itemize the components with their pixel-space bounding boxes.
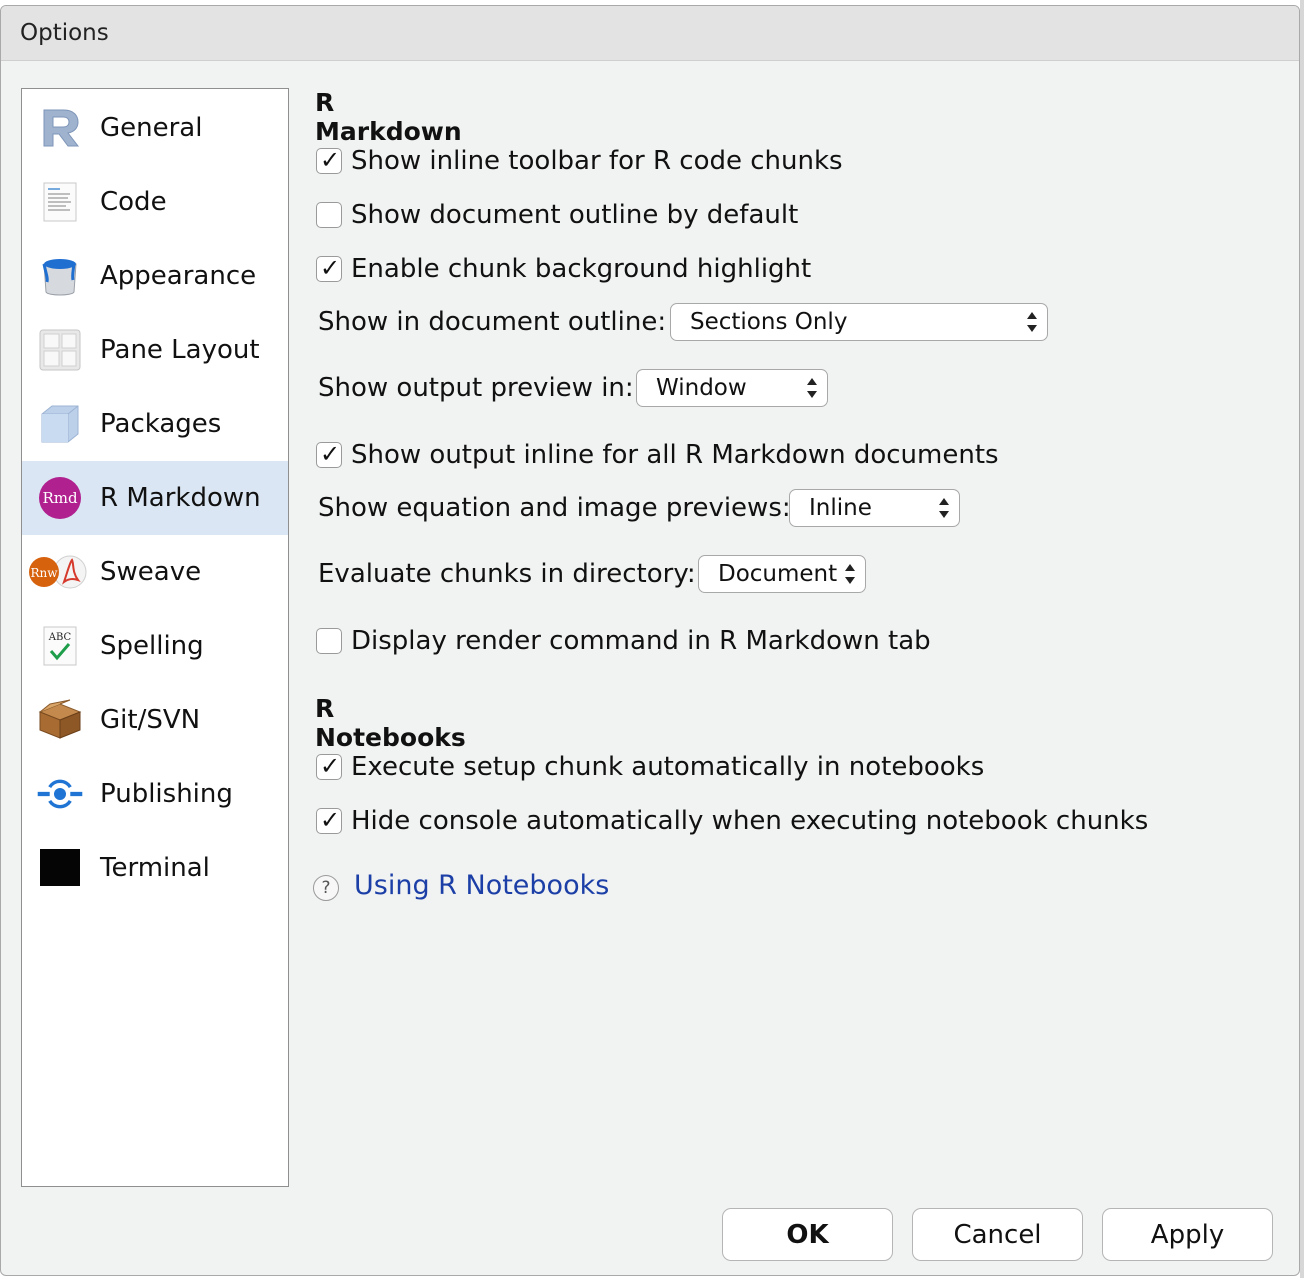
sidebar-item-label: Terminal (100, 853, 210, 883)
package-box-icon (36, 400, 84, 448)
sidebar-item-label: Code (100, 187, 167, 217)
terminal-icon (36, 844, 84, 892)
sidebar-item-label: Packages (100, 409, 222, 439)
doc-outline-label: Show in document outline: (318, 307, 667, 337)
checkbox-row-inline-toolbar[interactable]: ✓ Show inline toolbar for R code chunks (316, 145, 843, 177)
sidebar-item-spelling[interactable]: ABC Spelling (22, 609, 288, 683)
apply-button[interactable]: Apply (1102, 1208, 1273, 1261)
output-preview-select[interactable]: Window (636, 369, 828, 407)
section-heading-r-markdown: R Markdown (315, 88, 462, 146)
select-value: Inline (809, 495, 872, 521)
sidebar-item-pane-layout[interactable]: Pane Layout (22, 313, 288, 387)
ok-button[interactable]: OK (722, 1208, 893, 1261)
select-arrows-icon (1027, 312, 1037, 332)
checkbox-row-setup-chunk[interactable]: ✓ Execute setup chunk automatically in n… (316, 751, 984, 783)
sidebar-item-general[interactable]: General (22, 91, 288, 165)
sidebar-item-label: Appearance (100, 261, 257, 291)
checkbox-label: Show output inline for all R Markdown do… (351, 440, 999, 470)
help-icon[interactable]: ? (313, 875, 339, 901)
svg-text:Rmd: Rmd (42, 489, 78, 507)
sidebar-item-publishing[interactable]: Publishing (22, 757, 288, 831)
sidebar-item-r-markdown[interactable]: Rmd R Markdown (22, 461, 288, 535)
pane-grid-icon (36, 326, 84, 374)
svg-text:ABC: ABC (48, 632, 72, 643)
checkbox-label: Hide console automatically when executin… (351, 806, 1149, 836)
select-arrows-icon (939, 498, 949, 518)
sidebar-item-packages[interactable]: Packages (22, 387, 288, 461)
title-bar: Options (1, 6, 1299, 61)
sidebar-item-appearance[interactable]: Appearance (22, 239, 288, 313)
code-document-icon (36, 178, 84, 226)
sidebar-item-code[interactable]: Code (22, 165, 288, 239)
setup-chunk-checkbox[interactable]: ✓ (316, 752, 342, 780)
sidebar-item-terminal[interactable]: Terminal (22, 831, 288, 905)
equation-previews-label: Show equation and image previews: (318, 493, 791, 523)
inline-toolbar-checkbox[interactable]: ✓ (316, 146, 342, 174)
select-value: Sections Only (690, 309, 848, 335)
output-preview-label: Show output preview in: (318, 373, 634, 403)
spelling-check-icon: ABC (36, 622, 84, 670)
cancel-button[interactable]: Cancel (912, 1208, 1083, 1261)
checkmark-icon: ✓ (320, 806, 341, 834)
publishing-icon (36, 770, 84, 818)
checkmark-icon: ✓ (320, 146, 341, 174)
rmd-icon: Rmd (36, 474, 84, 522)
git-box-icon (36, 696, 84, 744)
sweave-icon: Rnw (28, 548, 90, 596)
render-command-checkbox[interactable] (316, 628, 342, 654)
section-heading-r-notebooks: R Notebooks (315, 694, 466, 752)
sidebar-item-git-svn[interactable]: Git/SVN (22, 683, 288, 757)
sidebar-item-sweave[interactable]: Rnw Sweave (22, 535, 288, 609)
doc-outline-select[interactable]: Sections Only (670, 303, 1048, 341)
checkbox-row-output-inline[interactable]: ✓ Show output inline for all R Markdown … (316, 439, 999, 471)
sidebar-item-label: General (100, 113, 203, 143)
output-inline-checkbox[interactable]: ✓ (316, 440, 342, 468)
checkbox-label: Display render command in R Markdown tab (351, 626, 931, 656)
sidebar-item-label: Pane Layout (100, 335, 260, 365)
select-value: Document (718, 561, 838, 587)
checkbox-row-doc-outline-default[interactable]: Show document outline by default (316, 199, 798, 231)
checkbox-row-hide-console[interactable]: ✓ Hide console automatically when execut… (316, 805, 1148, 837)
checkbox-label: Show document outline by default (351, 200, 799, 230)
options-sidebar: General Code Appearance Pane Layout Pack… (21, 88, 289, 1187)
hide-console-checkbox[interactable]: ✓ (316, 806, 342, 834)
checkbox-label: Show inline toolbar for R code chunks (351, 146, 843, 176)
dialog-title: Options (20, 20, 109, 46)
sidebar-item-label: R Markdown (100, 483, 261, 513)
sidebar-item-label: Git/SVN (100, 705, 201, 735)
checkbox-label: Execute setup chunk automatically in not… (351, 752, 985, 782)
sidebar-item-label: Sweave (100, 557, 202, 587)
select-arrows-icon (807, 378, 817, 398)
checkbox-row-chunk-highlight[interactable]: ✓ Enable chunk background highlight (316, 253, 811, 285)
checkmark-icon: ✓ (320, 752, 341, 780)
using-r-notebooks-link[interactable]: Using R Notebooks (354, 870, 609, 901)
equation-previews-select[interactable]: Inline (789, 489, 960, 527)
sidebar-item-label: Publishing (100, 779, 233, 809)
eval-directory-label: Evaluate chunks in directory: (318, 559, 696, 589)
background-window-edge (1300, 0, 1304, 1278)
svg-text:Rnw: Rnw (30, 566, 58, 580)
paint-bucket-icon (36, 252, 84, 300)
checkmark-icon: ✓ (320, 254, 341, 282)
eval-directory-select[interactable]: Document (698, 555, 866, 593)
select-arrows-icon (845, 564, 855, 584)
select-value: Window (656, 375, 747, 401)
sidebar-item-label: Spelling (100, 631, 204, 661)
checkbox-label: Enable chunk background highlight (351, 254, 812, 284)
r-logo-icon (36, 104, 84, 152)
chunk-highlight-checkbox[interactable]: ✓ (316, 254, 342, 282)
doc-outline-default-checkbox[interactable] (316, 202, 342, 228)
checkmark-icon: ✓ (320, 440, 341, 468)
checkbox-row-render-command[interactable]: Display render command in R Markdown tab (316, 625, 931, 657)
